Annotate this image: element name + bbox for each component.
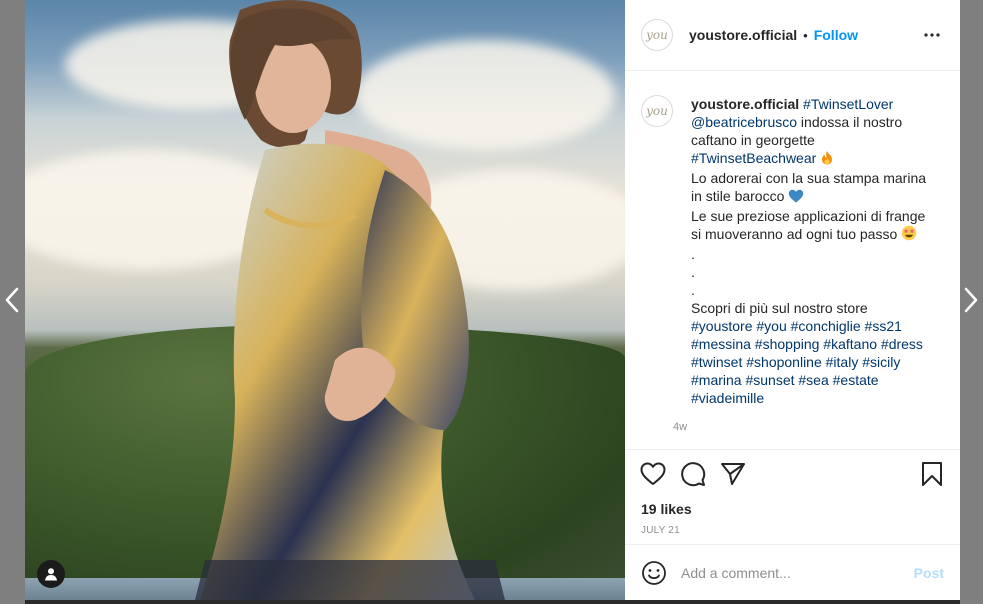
caption-line: youstore.official #TwinsetLover — [691, 95, 931, 113]
tagged-users-button[interactable] — [37, 560, 65, 588]
model-figure — [195, 0, 505, 600]
caption-avatar[interactable]: you — [641, 95, 673, 127]
caption-line: Scopri di più sul nostro store — [691, 299, 931, 317]
chevron-left-icon — [5, 287, 19, 313]
caption-link[interactable]: @beatricebrusco — [691, 114, 797, 130]
caption-text-segment: indossa il nostro — [797, 114, 903, 130]
previous-post-button[interactable] — [0, 284, 24, 316]
caption-text-segment: Lo adorerai con la sua stampa marina — [691, 170, 927, 186]
caption-text-segment: . — [691, 246, 695, 262]
caption-line: . — [691, 245, 931, 263]
follow-button[interactable]: Follow — [814, 27, 858, 43]
caption-line: @beatricebrusco indossa il nostro — [691, 113, 931, 131]
next-post-button[interactable] — [959, 284, 983, 316]
comment-input[interactable] — [681, 564, 914, 581]
blue-heart-emoji — [788, 189, 804, 207]
caption-line: #messina #shopping #kaftano #dress — [691, 335, 931, 353]
comment-button[interactable] — [679, 460, 707, 488]
post-comment-button[interactable]: Post — [914, 565, 944, 581]
caption-line: . — [691, 263, 931, 281]
comment-icon — [681, 462, 706, 487]
caption-link[interactable]: #TwinsetLover — [803, 96, 893, 112]
caption-line: #viadeimille — [691, 389, 931, 407]
caption-line: si muoveranno ad ogni tuo passo — [691, 225, 931, 245]
save-button[interactable] — [918, 460, 946, 488]
avatar-logo-text: you — [646, 104, 668, 118]
star-struck-emoji — [901, 225, 917, 245]
fire-emoji — [820, 150, 834, 169]
header-username[interactable]: youstore.official — [689, 27, 797, 43]
caption-text-segment: caftano in georgette — [691, 132, 815, 148]
caption-link[interactable]: #viadeimille — [691, 390, 764, 406]
caption-text: youstore.official #TwinsetLover @beatrice… — [691, 95, 931, 407]
user-tag-icon — [45, 568, 57, 581]
bookmark-icon — [922, 462, 942, 486]
caption-text-segment: Le sue preziose applicazioni di frange — [691, 208, 926, 224]
avatar-logo-text: you — [646, 28, 668, 42]
caption-line: . — [691, 281, 931, 299]
caption-link[interactable]: #marina #sunset #sea #estate — [691, 372, 879, 388]
next-row-edge — [25, 600, 960, 604]
caption-line: caftano in georgette — [691, 131, 931, 149]
share-icon — [721, 463, 745, 485]
caption-text-segment: in stile barocco — [691, 188, 785, 204]
more-options-button[interactable] — [920, 23, 944, 47]
like-button[interactable] — [639, 460, 667, 488]
likes-count[interactable]: 19 likes — [625, 498, 960, 520]
heart-icon — [640, 462, 666, 485]
chevron-right-icon — [964, 287, 978, 313]
post-header: you youstore.official • Follow — [625, 0, 960, 71]
post-photo[interactable] — [25, 0, 625, 600]
caption-line: #youstore #you #conchiglie #ss21 — [691, 317, 931, 335]
caption-line: Lo adorerai con la sua stampa marina — [691, 169, 931, 187]
avatar[interactable]: you — [641, 19, 673, 51]
action-bar — [625, 449, 960, 498]
caption-link[interactable]: #twinset #shoponline #italy #sicily — [691, 354, 900, 370]
more-options-icon — [924, 33, 940, 37]
caption-link[interactable]: #messina #shopping #kaftano #dress — [691, 336, 923, 352]
separator-dot: • — [803, 27, 808, 43]
caption-line: #TwinsetBeachwear — [691, 149, 931, 169]
caption-text-segment: Scopri di più sul nostro store — [691, 300, 868, 316]
post-date: JULY 21 — [641, 525, 680, 536]
timestamp[interactable]: 4w — [673, 421, 931, 433]
caption-text-segment: . — [691, 282, 695, 298]
smile-icon[interactable] — [641, 560, 667, 586]
share-button[interactable] — [719, 460, 747, 488]
caption-line: Le sue preziose applicazioni di frange — [691, 207, 931, 225]
caption-line: in stile barocco — [691, 187, 931, 207]
caption-text-segment: si muoveranno ad ogni tuo passo — [691, 226, 898, 242]
caption-area: you youstore.official #TwinsetLover @beat… — [625, 71, 960, 449]
comment-bar: Post — [625, 544, 960, 600]
caption-link[interactable]: #TwinsetBeachwear — [691, 150, 816, 166]
post-side-panel: you youstore.official • Follow you youst… — [625, 0, 960, 600]
caption-link[interactable]: #youstore #you #conchiglie #ss21 — [691, 318, 902, 334]
caption-line: #twinset #shoponline #italy #sicily — [691, 353, 931, 371]
caption-username[interactable]: youstore.official — [691, 96, 799, 112]
caption-line: #marina #sunset #sea #estate — [691, 371, 931, 389]
caption-text-segment: . — [691, 264, 695, 280]
